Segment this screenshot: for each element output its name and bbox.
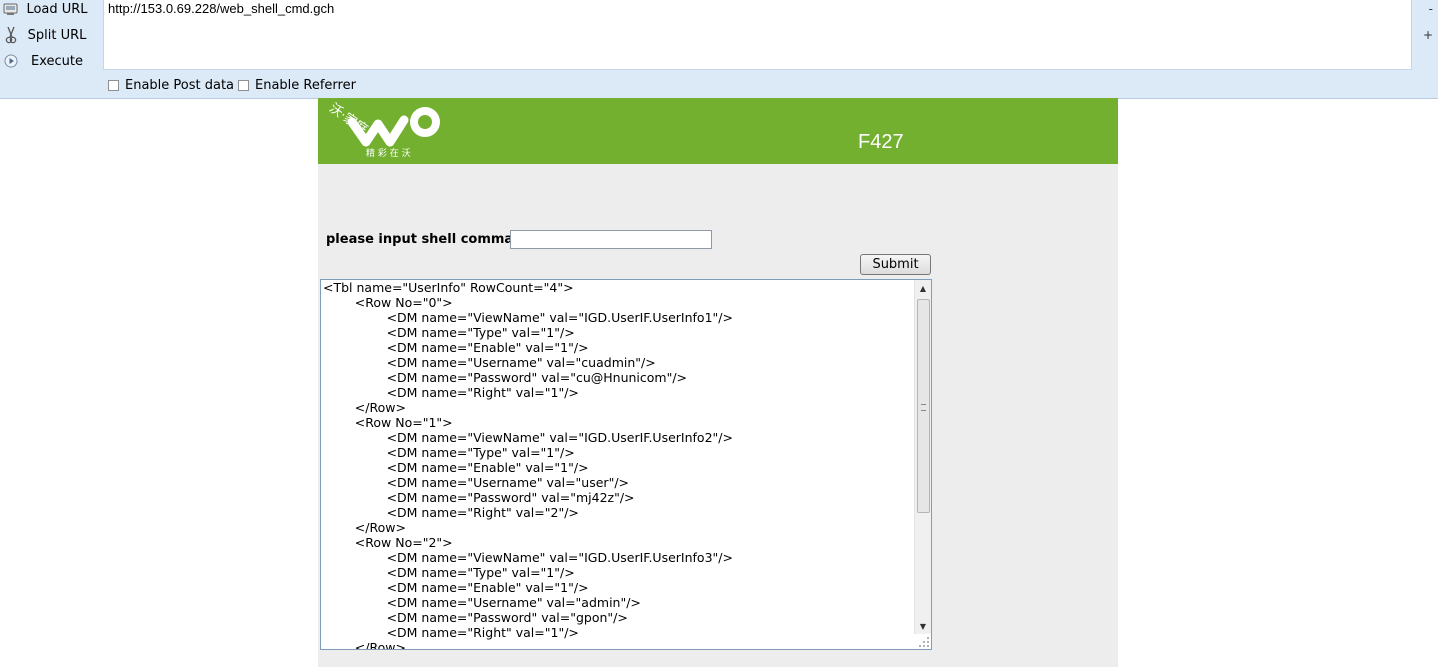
shell-command-label: please input shell command: — [326, 232, 537, 247]
command-output-text: <Tbl name="UserInfo" RowCount="4"> <Row … — [323, 280, 915, 650]
output-line: <DM name="Right" val="1"/> — [323, 385, 579, 400]
thumb-grip-icon — [921, 404, 926, 411]
output-line: <DM name="Type" val="1"/> — [323, 565, 575, 580]
scissors-icon — [2, 26, 20, 44]
load-url-icon — [2, 0, 20, 18]
enable-post-data-checkbox[interactable]: Enable Post data — [108, 78, 234, 93]
output-line: </Row> — [323, 520, 406, 535]
enable-referrer-label: Enable Referrer — [255, 78, 356, 93]
output-line: <DM name="Type" val="1"/> — [323, 445, 575, 460]
load-url-button[interactable]: Load URL — [0, 0, 100, 21]
shrink-marker[interactable]: - — [1429, 2, 1433, 16]
hackbar-toolbar: Load URL Split URL Execute - + Enable Po… — [0, 0, 1438, 99]
execute-button[interactable]: Execute — [0, 49, 100, 73]
scroll-up-arrow-icon[interactable]: ▲ — [915, 280, 931, 296]
checkbox-box[interactable] — [108, 80, 119, 91]
output-line: <DM name="Type" val="1"/> — [323, 325, 575, 340]
output-line: <Row No="1"> — [323, 415, 453, 430]
output-line: <DM name="ViewName" val="IGD.UserIF.User… — [323, 550, 733, 565]
resize-grip-icon[interactable] — [918, 636, 930, 648]
output-line: <Row No="2"> — [323, 535, 453, 550]
play-icon — [2, 52, 20, 70]
split-url-label: Split URL — [27, 27, 87, 43]
output-line: </Row> — [323, 640, 406, 650]
checkbox-box[interactable] — [238, 80, 249, 91]
output-line: <DM name="Password" val="gpon"/> — [323, 610, 628, 625]
shell-command-input[interactable] — [510, 230, 712, 249]
output-line: <DM name="Password" val="cu@Hnunicom"/> — [323, 370, 688, 385]
output-line: </Row> — [323, 400, 406, 415]
output-line: <DM name="ViewName" val="IGD.UserIF.User… — [323, 430, 733, 445]
output-line: <Row No="0"> — [323, 295, 453, 310]
output-line: <DM name="Password" val="mj42z"/> — [323, 490, 635, 505]
command-output-textarea[interactable]: <Tbl name="UserInfo" RowCount="4"> <Row … — [320, 279, 932, 650]
output-line: <DM name="Enable" val="1"/> — [323, 460, 589, 475]
output-line: <DM name="ViewName" val="IGD.UserIF.User… — [323, 310, 733, 325]
output-line: <DM name="Enable" val="1"/> — [323, 580, 589, 595]
url-textarea[interactable] — [103, 0, 1412, 70]
device-model: F427 — [858, 131, 904, 153]
scrollbar-thumb[interactable] — [917, 299, 930, 513]
execute-label: Execute — [31, 53, 83, 69]
output-line: <DM name="Enable" val="1"/> — [323, 340, 589, 355]
submit-button[interactable]: Submit — [860, 254, 931, 275]
enable-post-data-label: Enable Post data — [125, 78, 235, 93]
load-url-label: Load URL — [26, 1, 88, 17]
output-line: <DM name="Right" val="1"/> — [323, 625, 579, 640]
wo-logo: 沃·家庭 精 彩 在 沃 — [326, 102, 440, 159]
output-line: <DM name="Right" val="2"/> — [323, 505, 579, 520]
expand-marker[interactable]: + — [1423, 28, 1433, 42]
router-page: 沃·家庭 精 彩 在 沃 F427 please input shell com… — [318, 98, 1118, 667]
output-line: <DM name="Username" val="admin"/> — [323, 595, 641, 610]
brand-banner: 沃·家庭 精 彩 在 沃 F427 — [318, 98, 1118, 164]
logo-slogan: 精 彩 在 沃 — [366, 147, 411, 159]
output-line: <DM name="Username" val="user"/> — [323, 475, 629, 490]
scroll-down-arrow-icon[interactable]: ▼ — [915, 618, 931, 634]
output-line: <DM name="Username" val="cuadmin"/> — [323, 355, 656, 370]
output-scrollbar[interactable]: ▲ ▼ — [914, 280, 931, 634]
logo-brand-text: 沃·家庭 — [326, 102, 371, 138]
split-url-button[interactable]: Split URL — [0, 23, 100, 47]
output-line: <Tbl name="UserInfo" RowCount="4"> — [323, 280, 574, 295]
enable-referrer-checkbox[interactable]: Enable Referrer — [238, 78, 356, 93]
